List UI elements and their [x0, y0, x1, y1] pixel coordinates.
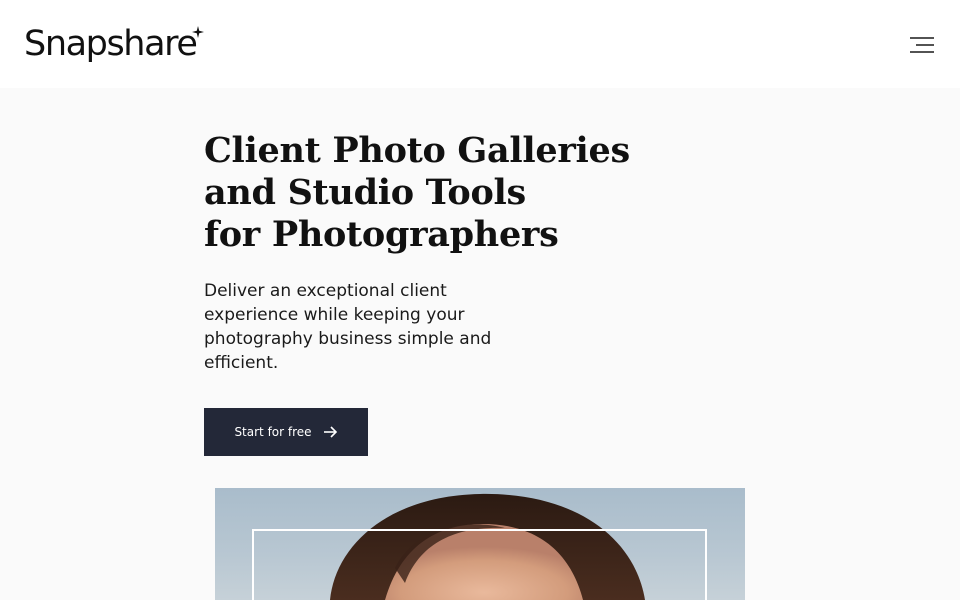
hero-title-line: Client Photo Galleries	[204, 130, 630, 171]
hero-photo-illustration	[252, 493, 707, 600]
logo-text: Snapshare	[24, 23, 198, 64]
site-header: Snapshare	[0, 0, 960, 88]
hamburger-menu-icon	[910, 37, 934, 53]
start-for-free-button[interactable]: Start for free	[204, 408, 368, 456]
logo[interactable]: Snapshare	[24, 20, 204, 68]
hero-heading-wrap: Client Photo Galleries and Studio Tools …	[204, 130, 764, 256]
hero-photo	[215, 488, 745, 600]
hero-title-line: for Photographers	[204, 214, 559, 255]
arrow-right-icon	[323, 426, 337, 438]
hero-title: Client Photo Galleries and Studio Tools …	[204, 130, 764, 256]
hero-title-line: and Studio Tools	[204, 172, 526, 213]
cta-label: Start for free	[234, 425, 312, 439]
sparkle-star-icon	[192, 26, 204, 38]
menu-button[interactable]	[906, 32, 938, 58]
hero-subtitle: Deliver an exceptional client experience…	[204, 281, 492, 373]
